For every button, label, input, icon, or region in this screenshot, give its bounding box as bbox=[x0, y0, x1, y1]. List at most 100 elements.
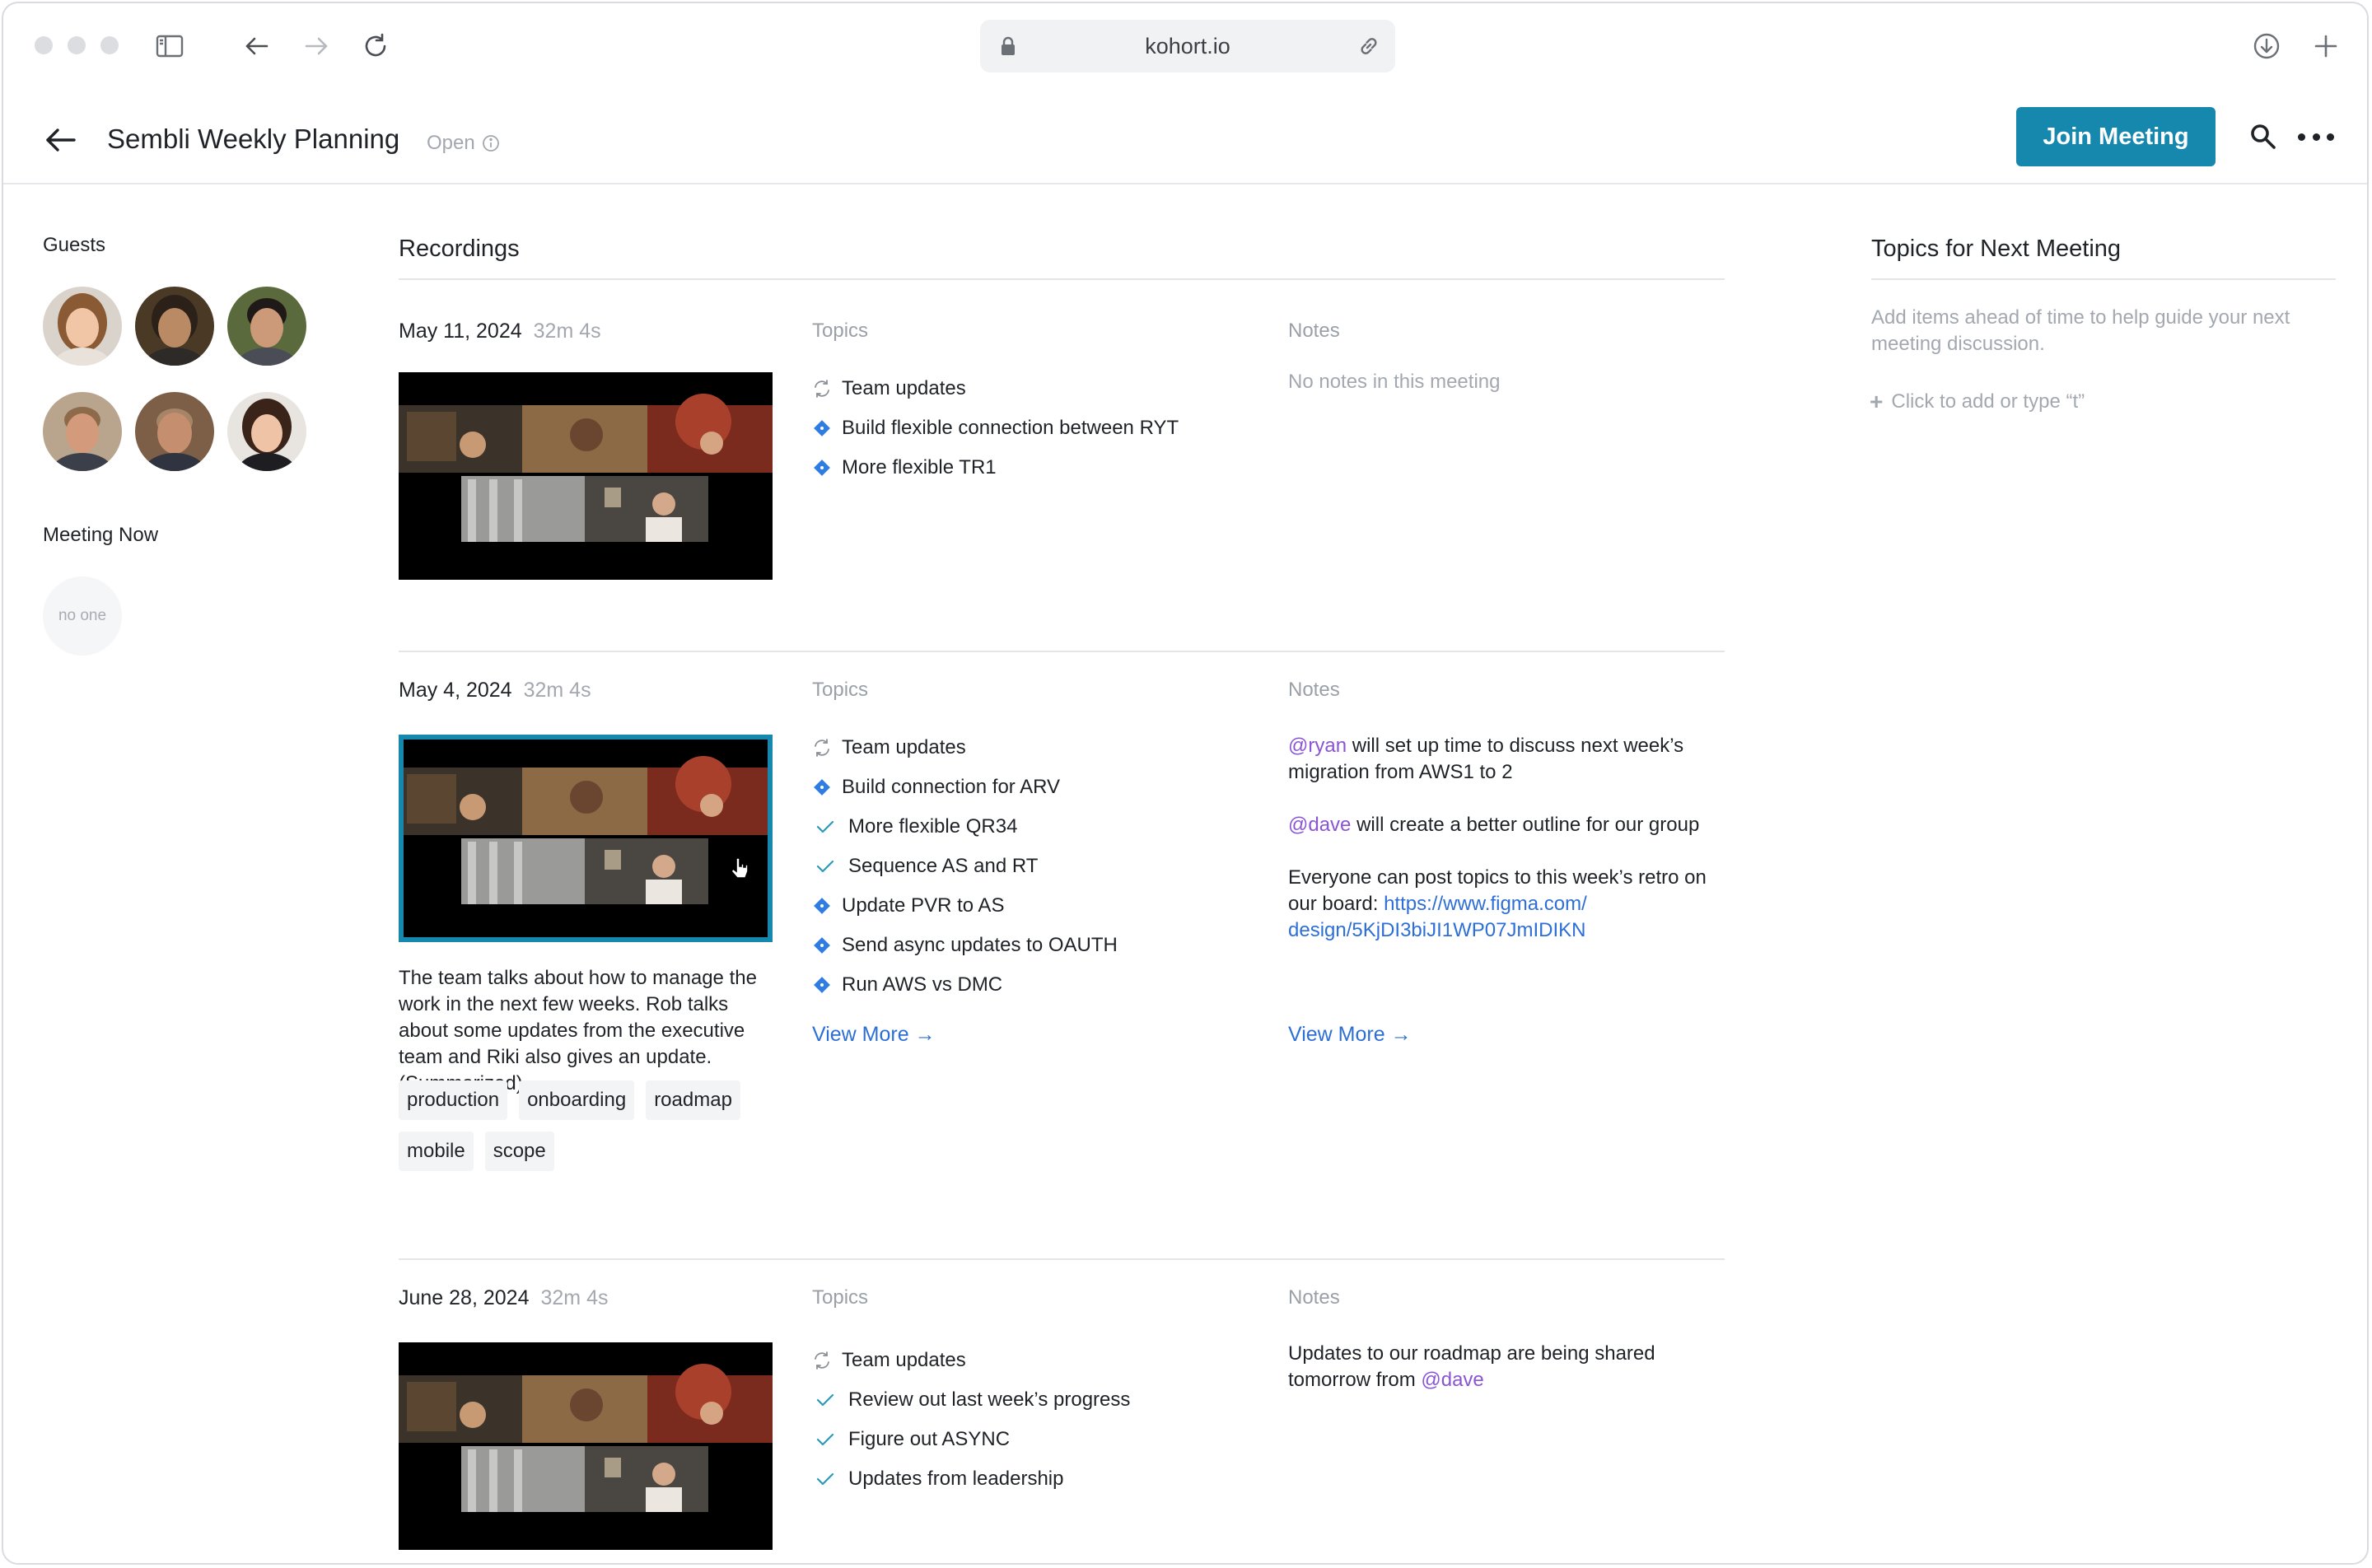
topic-list: Team updates Review out last week’s prog… bbox=[810, 1341, 1272, 1499]
note-text: will create a better outline for our gro… bbox=[1351, 814, 1700, 836]
topic-item[interactable]: Team updates bbox=[810, 369, 1272, 408]
recording-date-row: June 28, 2024 32m 4s bbox=[399, 1286, 608, 1310]
more-options-icon[interactable] bbox=[2298, 120, 2334, 153]
recording-date-row: May 4, 2024 32m 4s bbox=[399, 679, 591, 702]
topic-item[interactable]: Updates from leadership bbox=[810, 1459, 1272, 1499]
view-more-notes-link[interactable]: View More → bbox=[1288, 1023, 1412, 1047]
check-icon bbox=[814, 1388, 837, 1412]
view-more-topics-link[interactable]: View More → bbox=[812, 1023, 936, 1047]
guest-avatar[interactable] bbox=[43, 392, 122, 471]
guests-label: Guests bbox=[43, 234, 106, 256]
meeting-status: Open bbox=[427, 132, 500, 155]
info-icon[interactable] bbox=[482, 134, 500, 152]
link-icon[interactable] bbox=[1356, 33, 1382, 59]
new-tab-icon[interactable] bbox=[2308, 28, 2344, 64]
page-title: Sembli Weekly Planning bbox=[107, 124, 400, 154]
tag[interactable]: scope bbox=[484, 1132, 554, 1171]
notes: @ryan will set up time to discuss next w… bbox=[1288, 733, 1733, 970]
guest-avatar[interactable] bbox=[227, 287, 306, 366]
topic-item[interactable]: Team updates bbox=[810, 1341, 1272, 1380]
next-meeting-help-text: Add items ahead of time to help guide yo… bbox=[1871, 306, 2290, 355]
join-meeting-button[interactable]: Join Meeting bbox=[2016, 107, 2216, 166]
topic-item[interactable]: Sequence AS and RT bbox=[810, 847, 1272, 886]
window-close-button[interactable] bbox=[35, 36, 53, 54]
board-link-continued[interactable]: design/5KjDI3biJI1WP07JmIDIKN bbox=[1288, 919, 1585, 941]
tag[interactable]: production bbox=[399, 1080, 508, 1120]
app-header: Sembli Weekly Planning Open Join Meeting bbox=[3, 86, 2367, 184]
browser-forward-icon[interactable] bbox=[298, 28, 334, 64]
plus-icon: + bbox=[1870, 389, 1884, 414]
reload-icon[interactable] bbox=[357, 28, 394, 64]
guest-avatar[interactable] bbox=[135, 287, 214, 366]
topic-label: Build flexible connection between RYT bbox=[842, 417, 1179, 439]
topic-label: Team updates bbox=[842, 377, 966, 399]
tag[interactable]: onboarding bbox=[519, 1080, 635, 1120]
add-topic-label: Click to add or type “t” bbox=[1891, 390, 2085, 413]
recording-date: May 4, 2024 bbox=[399, 679, 512, 702]
guest-avatar[interactable] bbox=[135, 392, 214, 471]
diamond-icon bbox=[810, 417, 833, 440]
topic-label: Update PVR to AS bbox=[842, 894, 1005, 917]
mention-link[interactable]: @dave bbox=[1421, 1369, 1483, 1391]
topic-label: Send async updates to OAUTH bbox=[842, 934, 1118, 956]
guest-avatar[interactable] bbox=[43, 287, 122, 366]
note-paragraph: Everyone can post topics to this week’s … bbox=[1288, 865, 1733, 944]
video-grid-thumbnail bbox=[399, 1342, 773, 1550]
sync-icon bbox=[810, 1349, 833, 1372]
check-icon bbox=[814, 1468, 837, 1491]
divider bbox=[399, 651, 1725, 652]
add-topic-button[interactable]: + Click to add or type “t” bbox=[1870, 389, 2085, 415]
topic-item[interactable]: Build flexible connection between RYT bbox=[810, 408, 1272, 448]
back-arrow-icon[interactable] bbox=[43, 122, 79, 158]
download-icon[interactable] bbox=[2248, 28, 2285, 64]
topic-label: Team updates bbox=[842, 1349, 966, 1371]
topics-label: Topics bbox=[812, 679, 869, 701]
recording-thumbnail[interactable] bbox=[399, 735, 773, 942]
recording-date-row: May 11, 2024 32m 4s bbox=[399, 320, 601, 343]
board-link[interactable]: https://www.figma.com/ bbox=[1384, 893, 1587, 915]
topic-item[interactable]: Send async updates to OAUTH bbox=[810, 926, 1272, 965]
browser-window: kohort.io Sembli Weekly Planning Open Jo… bbox=[2, 2, 2369, 1565]
recording-date: May 11, 2024 bbox=[399, 320, 522, 343]
meeting-now-empty: no one bbox=[43, 576, 122, 656]
topics-label: Topics bbox=[812, 1286, 869, 1309]
topic-item[interactable]: More flexible TR1 bbox=[810, 448, 1272, 488]
topic-label: Sequence AS and RT bbox=[848, 855, 1039, 877]
tag[interactable]: mobile bbox=[399, 1132, 474, 1171]
diamond-icon bbox=[810, 934, 833, 957]
mention-link[interactable]: @dave bbox=[1288, 814, 1351, 836]
status-text: Open bbox=[427, 132, 475, 154]
topic-item[interactable]: Build connection for ARV bbox=[810, 768, 1272, 807]
topic-label: More flexible QR34 bbox=[848, 815, 1018, 838]
topic-item[interactable]: Review out last week’s progress bbox=[810, 1380, 1272, 1420]
note-paragraph: @ryan will set up time to discuss next w… bbox=[1288, 733, 1733, 786]
tag-list: production onboarding roadmap mobile sco… bbox=[399, 1080, 794, 1171]
recording-thumbnail[interactable] bbox=[399, 1342, 773, 1550]
address-bar[interactable]: kohort.io bbox=[980, 20, 1395, 72]
window-zoom-button[interactable] bbox=[100, 36, 119, 54]
check-icon bbox=[814, 815, 837, 838]
notes: No notes in this meeting bbox=[1288, 369, 1733, 422]
mention-link[interactable]: @ryan bbox=[1288, 735, 1347, 757]
next-meeting-title: Topics for Next Meeting bbox=[1871, 236, 2122, 262]
topic-item[interactable]: Figure out ASYNC bbox=[810, 1420, 1272, 1459]
note-paragraph: Updates to our roadmap are being shared … bbox=[1288, 1341, 1733, 1393]
topic-label: Team updates bbox=[842, 736, 966, 758]
topic-item[interactable]: Run AWS vs DMC bbox=[810, 965, 1272, 1005]
tag[interactable]: roadmap bbox=[646, 1080, 740, 1120]
recording-thumbnail[interactable] bbox=[399, 372, 773, 580]
video-grid-thumbnail bbox=[399, 735, 773, 942]
window-minimize-button[interactable] bbox=[68, 36, 86, 54]
topic-label: Updates from leadership bbox=[848, 1468, 1064, 1490]
guest-avatar[interactable] bbox=[227, 392, 306, 471]
topic-item[interactable]: Update PVR to AS bbox=[810, 886, 1272, 926]
topic-item[interactable]: More flexible QR34 bbox=[810, 807, 1272, 847]
note-text: will set up time to discuss next week’s … bbox=[1288, 735, 1684, 783]
browser-back-icon[interactable] bbox=[239, 28, 275, 64]
sidebar-toggle-icon[interactable] bbox=[152, 28, 188, 64]
topic-item[interactable]: Team updates bbox=[810, 728, 1272, 768]
topic-label: More flexible TR1 bbox=[842, 456, 997, 478]
search-icon[interactable] bbox=[2247, 120, 2280, 153]
topic-list: Team updates Build connection for ARV Mo… bbox=[810, 728, 1272, 1005]
video-grid-thumbnail bbox=[399, 372, 773, 580]
